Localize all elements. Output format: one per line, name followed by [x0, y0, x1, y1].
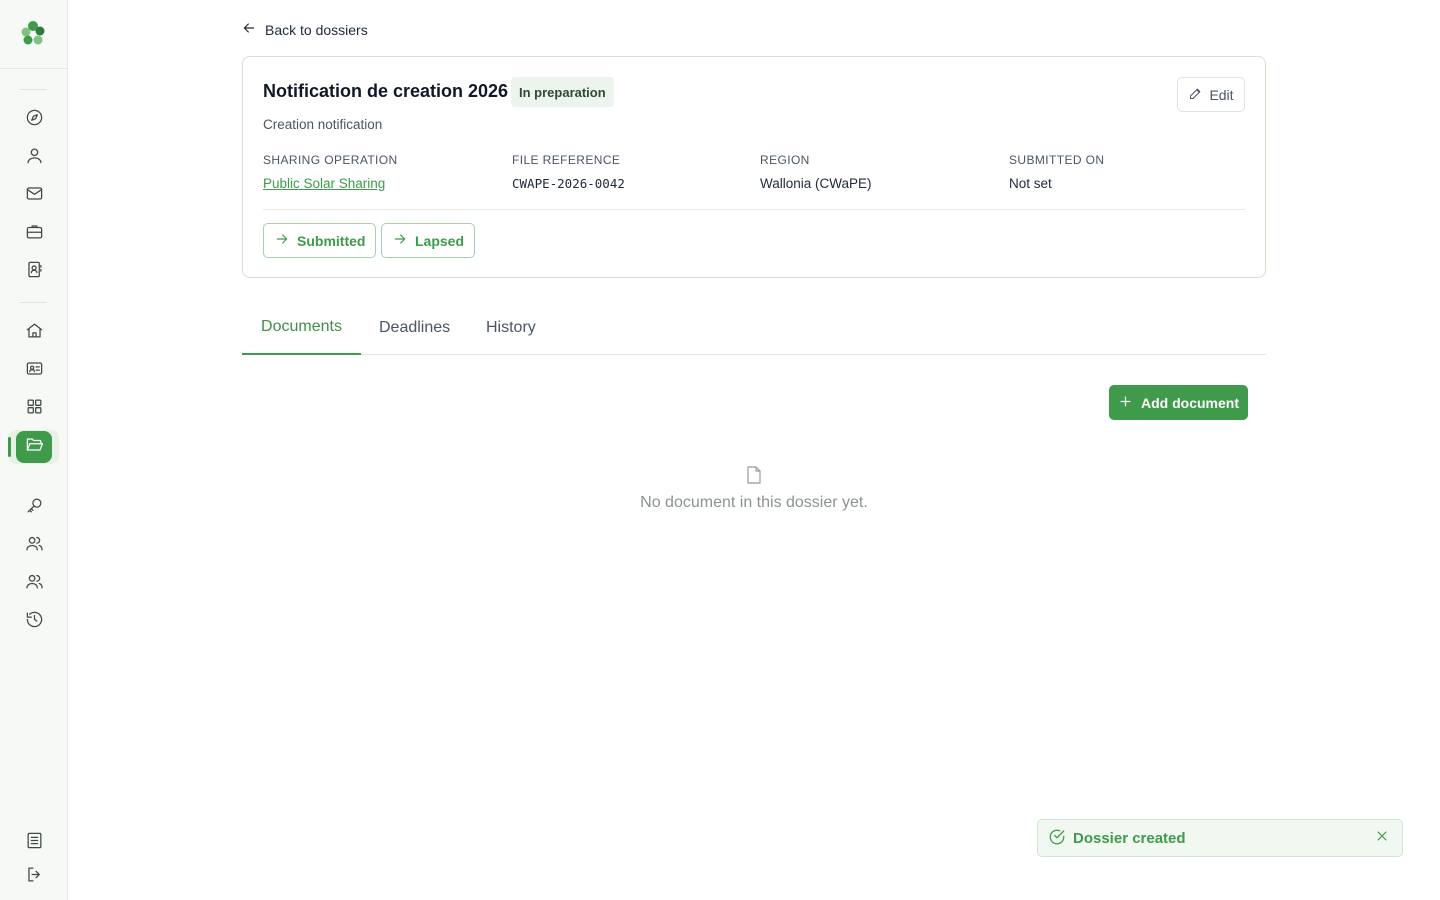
tab-documents[interactable]: Documents — [242, 300, 361, 355]
toast-message: Dossier created — [1073, 830, 1186, 847]
field-label: FILE REFERENCE — [512, 153, 621, 167]
field-submitted-on: SUBMITTED ON Not set — [1009, 153, 1104, 191]
toast-notification: Dossier created — [1037, 819, 1403, 857]
edit-button[interactable]: Edit — [1177, 77, 1245, 112]
check-circle-icon — [1048, 828, 1066, 846]
sharing-operation-link[interactable]: Public Solar Sharing — [263, 176, 398, 191]
transition-lapsed-button[interactable]: Lapsed — [381, 223, 476, 258]
briefcase-icon — [25, 222, 44, 246]
back-to-dossiers-link[interactable]: Back to dossiers — [241, 20, 368, 39]
file-icon — [746, 466, 762, 484]
sidebar — [0, 0, 68, 900]
sidebar-item-operations[interactable] — [16, 218, 52, 250]
add-document-label: Add document — [1141, 394, 1239, 411]
add-document-button[interactable]: Add document — [1109, 385, 1248, 420]
id-card-icon — [25, 359, 44, 383]
field-sharing-operation: SHARING OPERATION Public Solar Sharing — [263, 153, 398, 191]
plus-icon — [1118, 394, 1133, 412]
sidebar-item-contacts[interactable] — [16, 256, 52, 288]
dossier-type: Creation notification — [263, 117, 383, 132]
file-reference-value: CWAPE-2026-0042 — [512, 176, 625, 191]
sidebar-item-home[interactable] — [16, 317, 52, 349]
grid-icon — [25, 397, 44, 421]
sidebar-top-divider — [0, 68, 68, 69]
sidebar-item-logout[interactable] — [16, 861, 52, 893]
sidebar-item-explore[interactable] — [16, 104, 52, 136]
pencil-icon — [1188, 86, 1203, 104]
field-label: SHARING OPERATION — [263, 153, 398, 167]
sidebar-item-access[interactable] — [16, 492, 52, 524]
clover-logo-icon[interactable] — [18, 18, 48, 48]
card-divider — [263, 209, 1245, 210]
team-icon — [25, 572, 44, 596]
edit-button-label: Edit — [1209, 86, 1234, 103]
sidebar-item-history[interactable] — [16, 606, 52, 638]
logout-icon — [25, 865, 44, 889]
sidebar-active-indicator — [8, 437, 11, 457]
field-file-reference: FILE REFERENCE CWAPE-2026-0042 — [512, 153, 625, 191]
tab-deadlines[interactable]: Deadlines — [379, 300, 450, 355]
sidebar-item-profile[interactable] — [16, 142, 52, 174]
document-list-icon — [25, 831, 44, 855]
user-icon — [25, 146, 44, 170]
submitted-on-value: Not set — [1009, 176, 1052, 191]
sidebar-item-dossiers[interactable] — [16, 431, 52, 463]
sidebar-item-members[interactable] — [16, 355, 52, 387]
back-link-label: Back to dossiers — [265, 21, 368, 38]
sidebar-item-team[interactable] — [16, 568, 52, 600]
sidebar-divider — [20, 302, 47, 303]
field-label: REGION — [760, 153, 810, 167]
arrow-right-icon — [392, 231, 408, 250]
empty-state-text: No document in this dossier yet. — [640, 494, 868, 511]
dossier-title: Notification de creation 2026 — [263, 81, 509, 101]
tab-bar: Documents Deadlines History — [242, 300, 1266, 355]
status-badge: In preparation — [511, 77, 614, 107]
key-icon — [25, 496, 44, 520]
history-icon — [25, 610, 44, 634]
transition-submitted-button[interactable]: Submitted — [263, 223, 377, 258]
arrow-right-icon — [274, 231, 290, 250]
tab-history[interactable]: History — [486, 300, 536, 355]
compass-icon — [25, 108, 44, 132]
sidebar-item-docs[interactable] — [16, 827, 52, 859]
home-icon — [25, 321, 44, 345]
field-label: SUBMITTED ON — [1009, 153, 1105, 167]
dossier-card: Notification de creation 2026 In prepara… — [242, 56, 1266, 278]
users-icon — [25, 534, 44, 558]
region-value: Wallonia (CWaPE) — [760, 176, 872, 191]
arrow-left-icon — [241, 20, 257, 39]
contact-book-icon — [25, 260, 44, 284]
sidebar-divider — [20, 89, 47, 90]
transition-label: Submitted — [297, 232, 366, 249]
folder-open-icon — [25, 435, 44, 459]
field-region: REGION Wallonia (CWaPE) — [760, 153, 872, 191]
sidebar-item-users[interactable] — [16, 530, 52, 562]
transition-label: Lapsed — [415, 232, 465, 249]
sidebar-item-messages[interactable] — [16, 180, 52, 212]
close-icon[interactable] — [1374, 828, 1392, 846]
mail-icon — [25, 184, 44, 208]
sidebar-item-apps[interactable] — [16, 393, 52, 425]
